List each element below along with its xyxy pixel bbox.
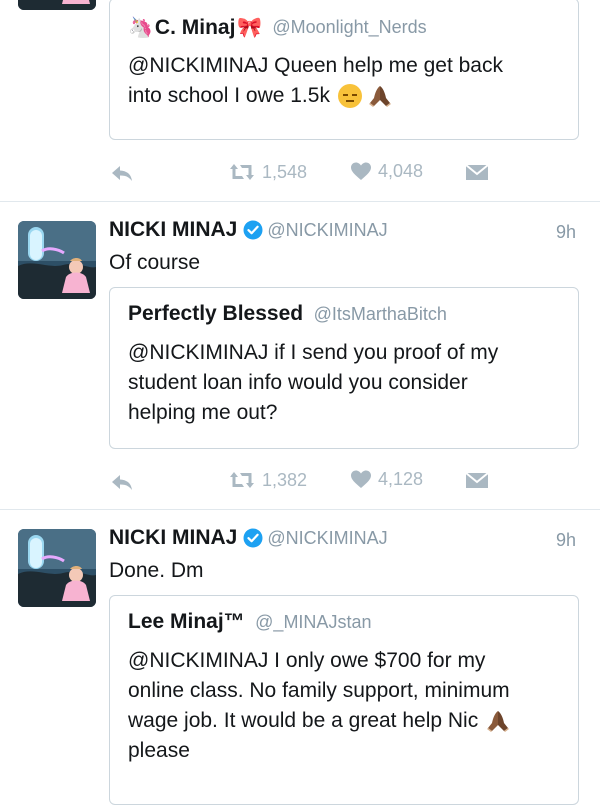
quoted-tweet-text: @NICKIMINAJ I only owe $700 for my onlin…	[128, 649, 510, 762]
retweet-count: 1,382	[262, 469, 308, 490]
like-icon	[351, 162, 371, 180]
like-button[interactable]: 4,128	[350, 469, 423, 490]
reply-icon	[112, 166, 132, 181]
author-handle[interactable]: @NICKIMINAJ	[267, 528, 387, 549]
quoted-author-name: C. Minaj	[154, 15, 236, 39]
quoted-tweet-text: @NICKIMINAJ if I send you proof of my st…	[128, 341, 499, 424]
quoted-tweet[interactable]: Perfectly Blessed @ItsMarthaBitch @NICKI…	[109, 287, 579, 449]
message-icon	[465, 164, 489, 181]
tweet-header: NICKI MINAJ @NICKIMINAJ	[109, 526, 388, 550]
author-handle[interactable]: @NICKIMINAJ	[267, 220, 387, 241]
bow-emoji: 🎀	[237, 17, 263, 39]
like-count: 4,048	[378, 161, 424, 181]
verified-icon	[243, 528, 264, 548]
avatar[interactable]	[18, 221, 96, 299]
quoted-author-handle: @_MINAJstan	[255, 612, 372, 632]
like-button[interactable]: 4,048	[350, 161, 423, 182]
tweet-text: Of course	[109, 251, 201, 274]
quoted-tweet-text: @NICKIMINAJ Queen help me get back into …	[128, 54, 503, 108]
quoted-author-handle: @ItsMarthaBitch	[313, 304, 447, 324]
praying-hands-emoji	[368, 86, 391, 107]
retweet-button[interactable]: 1,548	[228, 161, 307, 183]
like-icon	[351, 470, 371, 488]
like-count: 4,128	[378, 469, 424, 489]
quoted-author-name: Perfectly Blessed	[128, 302, 304, 325]
reply-icon	[112, 475, 132, 490]
author-name[interactable]: NICKI MINAJ	[109, 218, 237, 242]
author-name[interactable]: NICKI MINAJ	[109, 526, 237, 550]
tweet-time[interactable]: 9h	[556, 530, 576, 551]
verified-icon	[243, 220, 264, 240]
retweet-count: 1,548	[262, 161, 308, 182]
quoted-tweet[interactable]: 🦄 C. Minaj 🎀 @Moonlight_Nerds @NICKIMINA…	[109, 0, 579, 140]
unicorn-emoji: 🦄	[128, 17, 153, 39]
quoted-author-handle: @Moonlight_Nerds	[272, 17, 427, 37]
divider	[0, 509, 600, 510]
avatar[interactable]	[18, 529, 96, 607]
divider	[0, 201, 600, 202]
tweet-header: NICKI MINAJ @NICKIMINAJ	[109, 218, 388, 242]
quoted-author-name: Lee Minaj™	[128, 610, 245, 633]
tweet-time[interactable]: 9h	[556, 222, 576, 243]
reply-button[interactable]	[110, 471, 136, 493]
praying-hands-emoji	[487, 711, 510, 732]
quoted-tweet[interactable]: Lee Minaj™ @_MINAJstan @NICKIMINAJ I onl…	[109, 595, 579, 805]
retweet-icon	[230, 472, 254, 488]
retweet-button[interactable]: 1,382	[228, 469, 307, 491]
retweet-icon	[230, 164, 254, 180]
direct-message-button[interactable]	[465, 471, 489, 490]
reply-button[interactable]	[110, 162, 136, 184]
avatar[interactable]	[18, 0, 96, 10]
tweet-text: Done. Dm	[109, 559, 204, 582]
message-icon	[465, 472, 489, 489]
direct-message-button[interactable]	[465, 163, 489, 182]
pensive-emoji	[337, 84, 362, 108]
